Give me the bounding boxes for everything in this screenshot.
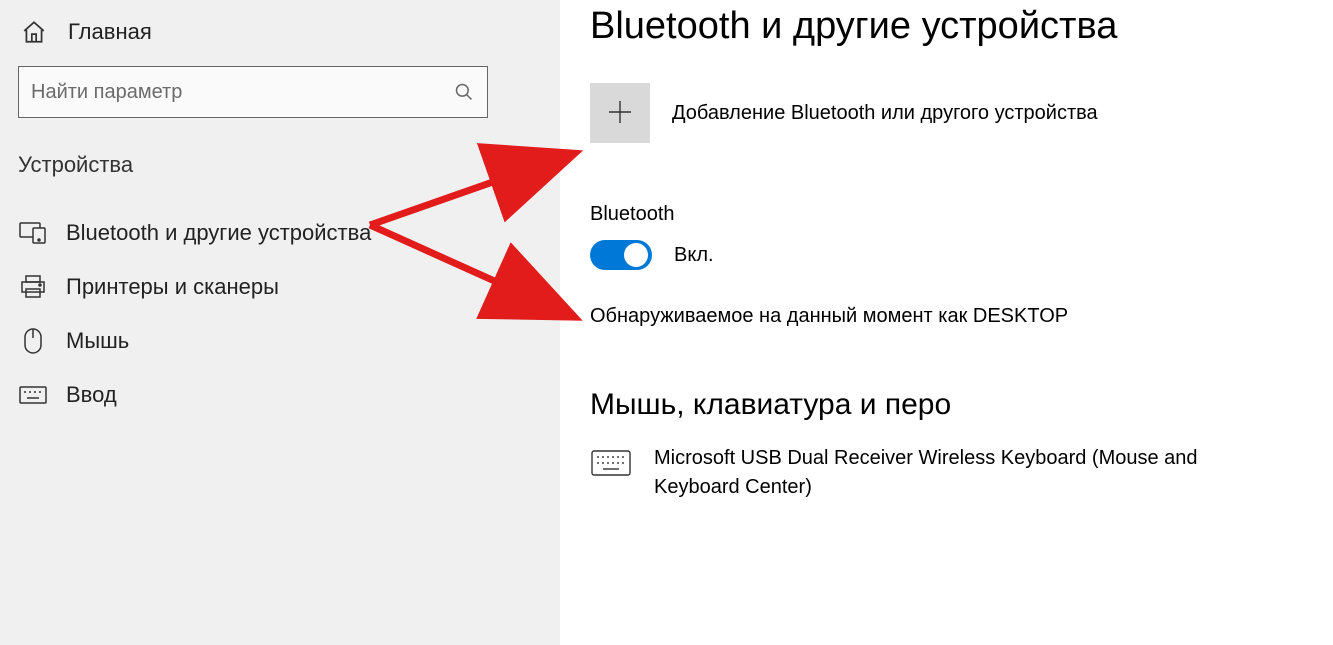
- home-icon: [18, 16, 50, 48]
- sidebar: Главная Устройства: [0, 0, 560, 645]
- search-container: [0, 66, 560, 142]
- add-device-label: Добавление Bluetooth или другого устройс…: [672, 102, 1098, 125]
- toggle-state-label: Вкл.: [674, 244, 714, 267]
- bluetooth-toggle[interactable]: [590, 240, 652, 270]
- sidebar-item-label: Мышь: [66, 328, 129, 354]
- main-content: Bluetooth и другие устройства Добавление…: [560, 0, 1333, 645]
- section-title: Устройства: [0, 142, 560, 206]
- sidebar-item-label: Bluetooth и другие устройства: [66, 220, 371, 246]
- page-title: Bluetooth и другие устройства: [590, 5, 1303, 48]
- sub-heading: Мышь, клавиатура и перо: [590, 388, 1303, 422]
- sidebar-item-label: Принтеры и сканеры: [66, 274, 279, 300]
- sidebar-item-bluetooth[interactable]: Bluetooth и другие устройства: [0, 206, 560, 260]
- keyboard-device-icon: [590, 448, 632, 478]
- add-device-button[interactable]: [590, 83, 650, 143]
- search-box[interactable]: [18, 66, 488, 118]
- search-icon: [453, 81, 475, 103]
- search-input[interactable]: [19, 67, 487, 117]
- mouse-icon: [18, 328, 48, 354]
- keyboard-icon: [18, 382, 48, 408]
- sidebar-item-mouse[interactable]: Мышь: [0, 314, 560, 368]
- plus-icon: [606, 98, 634, 129]
- printer-icon: [18, 274, 48, 300]
- bluetooth-heading: Bluetooth: [590, 203, 1303, 226]
- bluetooth-toggle-row: Вкл.: [590, 240, 1303, 270]
- device-row[interactable]: Microsoft USB Dual Receiver Wireless Key…: [590, 444, 1303, 502]
- home-nav[interactable]: Главная: [0, 10, 560, 66]
- discoverable-text: Обнаруживаемое на данный момент как DESK…: [590, 305, 1303, 328]
- device-name: Microsoft USB Dual Receiver Wireless Key…: [654, 444, 1214, 502]
- devices-icon: [18, 220, 48, 246]
- sidebar-item-label: Ввод: [66, 382, 117, 408]
- add-device-row: Добавление Bluetooth или другого устройс…: [590, 83, 1303, 143]
- sidebar-item-printers[interactable]: Принтеры и сканеры: [0, 260, 560, 314]
- sidebar-item-typing[interactable]: Ввод: [0, 368, 560, 422]
- toggle-knob: [624, 243, 648, 267]
- home-label: Главная: [68, 19, 152, 45]
